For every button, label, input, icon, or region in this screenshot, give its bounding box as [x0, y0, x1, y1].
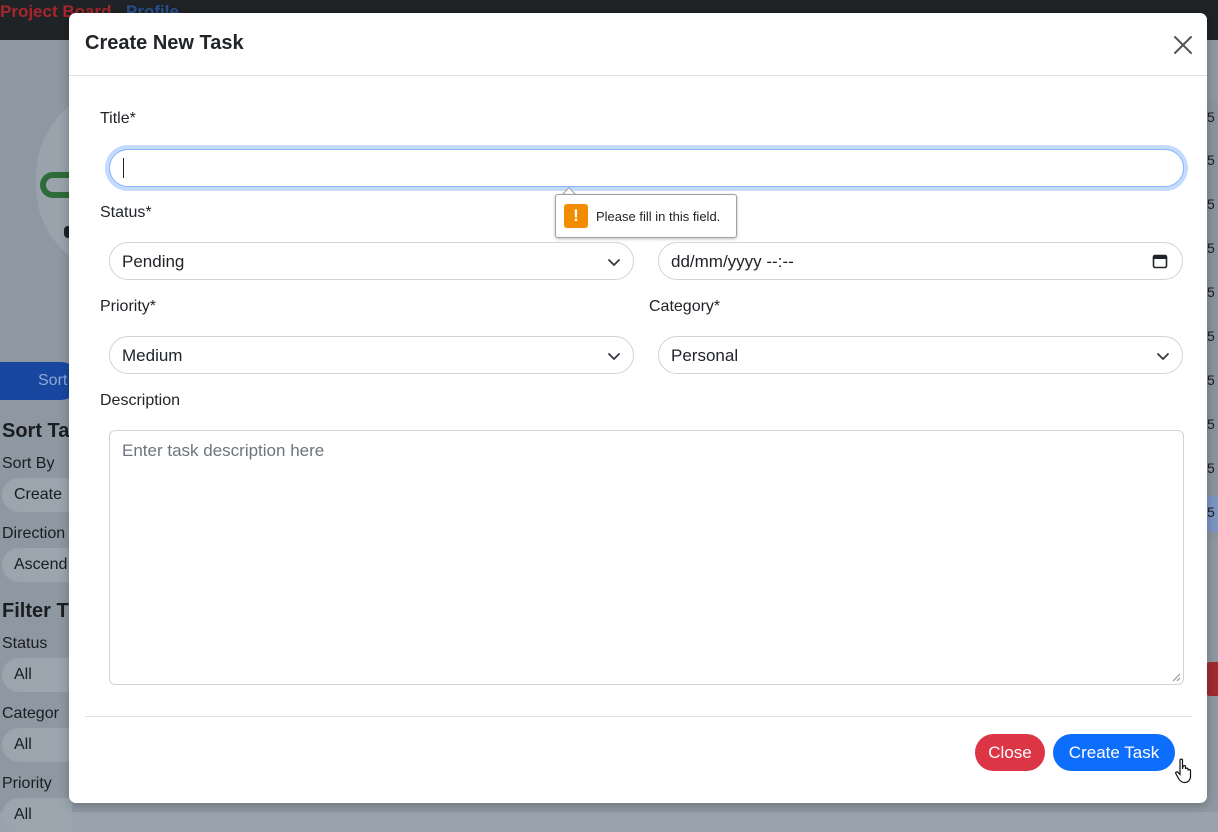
- calendar-icon[interactable]: [1152, 253, 1168, 269]
- chevron-down-icon: [1157, 353, 1169, 360]
- filter-priority-label: Priority: [2, 775, 52, 792]
- task-count: 5: [1207, 240, 1215, 256]
- direction-select[interactable]: Ascend: [2, 548, 72, 582]
- sort-by-select[interactable]: Create: [2, 478, 72, 512]
- filter-priority-select[interactable]: All: [2, 798, 72, 832]
- description-label: Description: [100, 392, 181, 409]
- sort-by-label: Sort By: [2, 455, 55, 472]
- category-select[interactable]: Personal: [658, 336, 1183, 374]
- task-count: 5: [1207, 372, 1215, 388]
- status-label: Status*: [100, 204, 152, 221]
- task-count: 5: [1207, 284, 1215, 300]
- modal-header: Create New Task: [69, 13, 1207, 76]
- task-count: 5: [1207, 416, 1215, 432]
- modal-title: Create New Task: [85, 32, 244, 54]
- priority-value: Medium: [122, 346, 183, 365]
- filter-status-select[interactable]: All: [2, 658, 72, 692]
- sort-heading: Sort Ta: [2, 420, 70, 442]
- chevron-down-icon: [608, 353, 620, 360]
- create-task-modal: Create New Task Title* Status* Pending d…: [69, 13, 1207, 803]
- create-task-button[interactable]: Create Task: [1053, 734, 1175, 771]
- warning-icon: !: [564, 204, 588, 228]
- validation-message: Please fill in this field.: [596, 209, 721, 224]
- hand-cursor-icon: [1175, 758, 1192, 784]
- footer-divider: [85, 716, 1192, 717]
- title-label: Title*: [100, 110, 136, 127]
- resize-grip-icon[interactable]: [1171, 672, 1181, 682]
- priority-select[interactable]: Medium: [109, 336, 634, 374]
- category-value: Personal: [671, 346, 739, 365]
- chevron-down-icon: [608, 259, 620, 266]
- task-count: 5: [1207, 152, 1215, 168]
- filter-category-label: Categor: [2, 705, 59, 722]
- close-button[interactable]: Close: [975, 734, 1045, 771]
- filter-category-select[interactable]: All: [2, 728, 72, 762]
- description-placeholder: Enter task description here: [122, 441, 325, 460]
- category-label: Category*: [649, 298, 721, 315]
- task-count: 5: [1207, 109, 1215, 125]
- close-icon[interactable]: [1170, 32, 1196, 58]
- filter-heading: Filter T: [2, 600, 69, 622]
- priority-label: Priority*: [100, 298, 157, 315]
- filter-status-label: Status: [2, 635, 48, 652]
- status-select[interactable]: Pending: [109, 242, 634, 280]
- validation-tooltip: ! Please fill in this field.: [555, 194, 737, 238]
- due-date-placeholder: dd/mm/yyyy --:--: [671, 252, 794, 271]
- text-caret: [123, 158, 124, 178]
- task-badge: [1206, 662, 1218, 696]
- description-textarea[interactable]: Enter task description here: [109, 430, 1184, 685]
- title-input[interactable]: [109, 149, 1184, 187]
- due-date-input[interactable]: dd/mm/yyyy --:--: [658, 242, 1183, 280]
- task-count: 5: [1207, 460, 1215, 476]
- direction-label: Direction: [2, 525, 66, 542]
- sort-button[interactable]: Sort: [0, 362, 80, 400]
- status-value: Pending: [122, 252, 185, 271]
- task-count: 5: [1207, 504, 1215, 520]
- task-count: 5: [1207, 328, 1215, 344]
- task-count: 5: [1207, 196, 1215, 212]
